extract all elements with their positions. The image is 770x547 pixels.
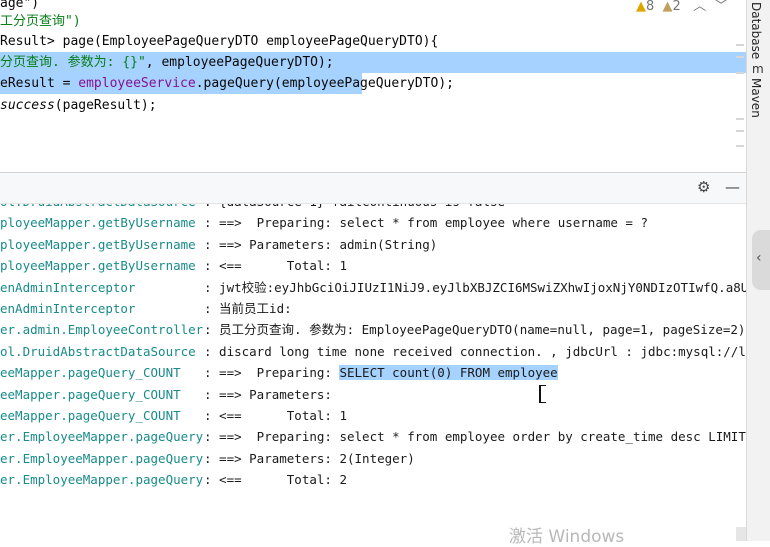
log-line: ol.DruidAbstractDataSource : discard long… — [0, 341, 746, 362]
log-source[interactable]: enAdminInterceptor — [0, 298, 135, 319]
log-message: : 员工分页查询. 参数为: EmployeePageQueryDTO(name… — [204, 322, 746, 338]
log-line: enAdminInterceptor : jwt校验:eyJhbGciOiJIUz… — [0, 277, 746, 298]
weak-warning-count: 2 — [672, 0, 681, 14]
log-line: ployeeMapper.getByUsername : ==> Preparin… — [0, 212, 746, 233]
log-source[interactable]: ol.DruidAbstractDataSource — [0, 341, 196, 362]
code-line[interactable]: 工分页查询") — [0, 11, 81, 32]
log-message: : ==> Parameters: admin(String) — [204, 236, 438, 252]
log-line: er.admin.EmployeeController: 员工分页查询. 参数为… — [0, 319, 746, 340]
code-token: .pageQuery(employeePageQueryDTO); — [195, 76, 454, 91]
gear-icon[interactable]: ⚙ — [697, 178, 710, 196]
log-source[interactable]: er.admin.EmployeeController — [0, 319, 203, 340]
log-message: : 当前员工id: — [204, 301, 292, 316]
code-line[interactable]: Result> page(EmployeePageQueryDTO employ… — [0, 31, 438, 52]
log-line: eeMapper.pageQuery_COUNT : ==> Preparing:… — [0, 362, 746, 383]
log-message: : ==> Preparing: SELECT count(0) FROM em… — [204, 362, 558, 383]
database-tab[interactable]: Database — [749, 2, 763, 59]
code-token: Result> — [0, 34, 63, 49]
log-source[interactable]: eeMapper.pageQuery_COUNT — [0, 405, 181, 426]
log-message: : ==> Preparing: select * from employee … — [204, 215, 649, 231]
log-source[interactable]: er.EmployeeMapper.pageQuery — [0, 448, 203, 469]
code-token: (pageResult); — [54, 98, 157, 113]
code-token: (EmployeePageQueryDTO employeePageQueryD… — [93, 34, 439, 49]
code-token: page — [62, 34, 94, 49]
log-selected-text: SELECT count(0) FROM employee — [339, 365, 558, 381]
text-cursor — [539, 385, 546, 403]
chevron-down-icon[interactable]: ﹀ — [715, 0, 728, 14]
inspection-widget[interactable]: ▲8 ▲2 ︿ ﹀ — [636, 0, 728, 14]
code-token: 工分页查询") — [0, 14, 81, 29]
log-line: ployeeMapper.getByUsername : <== Total: 1 — [0, 255, 746, 276]
maven-tab[interactable]: Maven — [749, 78, 763, 118]
scrollbar[interactable] — [736, 527, 746, 541]
log-message: : jwt校验:eyJhbGciOiJIUzI1NiJ9.eyJlbXBJZCI… — [204, 279, 746, 295]
log-source[interactable]: er.EmployeeMapper.pageQuery — [0, 426, 203, 447]
log-line: enAdminInterceptor : 当前员工id: — [0, 298, 746, 319]
log-message: : <== Total: 1 — [204, 408, 347, 423]
code-line[interactable]: 分页查询. 参数为: {}", employeePageQueryDTO); — [0, 52, 746, 73]
log-source[interactable]: ol.DruidAbstractDataSource — [0, 204, 196, 212]
log-line: er.EmployeeMapper.pageQuery: <== Total: … — [0, 469, 746, 490]
log-source[interactable]: ployeeMapper.getByUsername — [0, 234, 196, 255]
log-message: : <== Total: 1 — [204, 258, 347, 274]
maven-icon: m — [752, 62, 764, 76]
code-line[interactable]: success(pageResult); — [0, 95, 157, 116]
log-message: : {dataSource-1} failContinuous is false — [204, 204, 505, 212]
code-token: , employeePageQueryDTO); — [145, 55, 334, 70]
log-message: : ==> Preparing: select * from employee … — [204, 429, 746, 445]
warning-icon: ▲ — [636, 0, 646, 14]
log-line: ol.DruidAbstractDataSource : {dataSource-… — [0, 204, 746, 212]
side-panel-handle[interactable]: ‹ — [752, 230, 770, 290]
editor-scroll-markers — [736, 0, 746, 172]
activate-windows-watermark: 激活 Windows — [509, 527, 625, 547]
minimize-icon[interactable]: — — [725, 178, 740, 196]
code-line[interactable]: eResult = employeeService.pageQuery(empl… — [0, 73, 746, 94]
log-message: : discard long time none received connec… — [204, 343, 746, 359]
run-tool-header: ⚙ — — [0, 173, 746, 204]
log-source[interactable]: er.EmployeeMapper.pageQuery — [0, 469, 203, 490]
log-line: er.EmployeeMapper.pageQuery: ==> Paramet… — [0, 448, 746, 469]
log-message: : ==> Parameters: 2(Integer) — [204, 450, 415, 466]
chevron-left-icon: ‹ — [756, 250, 762, 266]
code-token: 分页查询. 参数为: {}" — [0, 55, 146, 70]
log-source[interactable]: eeMapper.pageQuery_COUNT — [0, 384, 181, 405]
code-token: eResult = — [0, 76, 79, 91]
chevron-up-icon[interactable]: ︿ — [693, 0, 706, 14]
log-source[interactable]: enAdminInterceptor — [0, 277, 135, 298]
code-editor[interactable]: age") 工分页查询") Result> page(EmployeePageQue… — [0, 0, 746, 172]
log-line: er.EmployeeMapper.pageQuery: ==> Prepari… — [0, 426, 746, 447]
log-source[interactable]: ployeeMapper.getByUsername — [0, 212, 196, 233]
log-line: eeMapper.pageQuery_COUNT : ==> Parameters… — [0, 384, 746, 405]
log-line: ployeeMapper.getByUsername : ==> Paramete… — [0, 234, 746, 255]
log-line: eeMapper.pageQuery_COUNT : <== Total: 1 — [0, 405, 746, 426]
weak-warning-icon: ▲ — [662, 0, 673, 14]
log-source[interactable]: ployeeMapper.getByUsername — [0, 255, 196, 276]
log-source[interactable]: eeMapper.pageQuery_COUNT — [0, 362, 181, 383]
log-message: : <== Total: 2 — [204, 472, 347, 488]
log-message: : ==> Parameters: — [204, 386, 340, 402]
warning-count: 8 — [646, 0, 655, 14]
console-output[interactable]: ol.DruidAbstractDataSource : {dataSource-… — [0, 204, 746, 541]
log-message-prefix: : ==> Preparing: — [204, 365, 340, 381]
code-token: age") — [0, 0, 40, 11]
code-token: success — [0, 98, 55, 113]
code-token: employeeService — [78, 76, 196, 91]
